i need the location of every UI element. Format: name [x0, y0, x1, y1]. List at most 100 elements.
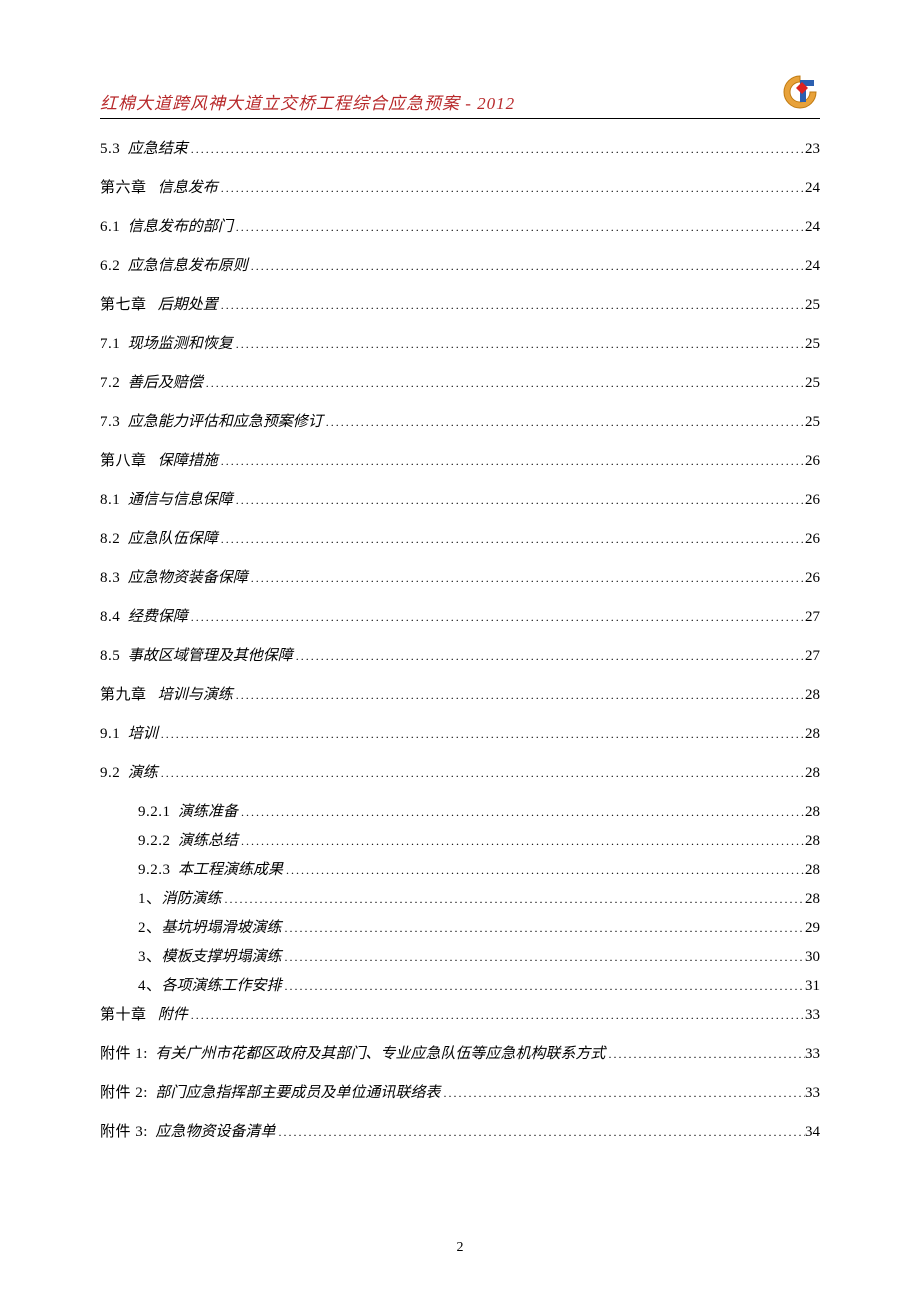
toc-number: 8.4: [100, 609, 120, 625]
toc-page: 28: [805, 833, 820, 850]
toc-number: 附件 1:: [100, 1046, 148, 1062]
toc-page: 28: [805, 804, 820, 821]
toc-title: 现场监测和恢复: [128, 336, 233, 352]
toc-number: 9.2.2: [138, 833, 171, 849]
toc-leader: [233, 492, 805, 509]
toc-leader: [218, 297, 805, 314]
toc-entry: 第六章 信息发布 24: [100, 176, 820, 197]
toc-leader: [275, 1124, 805, 1141]
toc-label: 4、各项演练工作安排: [138, 974, 282, 995]
toc-entry: 8.3 应急物资装备保障26: [100, 566, 820, 587]
toc-entry: 4、各项演练工作安排31: [138, 974, 820, 995]
toc-page: 28: [805, 726, 820, 743]
toc-number: 第六章: [100, 180, 147, 196]
toc-number: 附件 2:: [100, 1085, 148, 1101]
toc-number: 2、: [138, 920, 162, 936]
toc-leader: [282, 949, 805, 966]
toc-title: 事故区域管理及其他保障: [128, 648, 293, 664]
toc-entry: 1、消防演练28: [138, 887, 820, 908]
toc-number: 附件 3:: [100, 1124, 148, 1140]
toc-leader: [238, 804, 805, 821]
toc-page: 26: [805, 531, 820, 548]
toc-number: 9.1: [100, 726, 120, 742]
toc-entry: 7.3 应急能力评估和应急预案修订25: [100, 410, 820, 431]
toc-number: 9.2.1: [138, 804, 171, 820]
toc-leader: [218, 453, 805, 470]
toc-entry: 第十章 附件33: [100, 1003, 820, 1024]
toc-entry: 9.2 演练 28: [100, 761, 820, 782]
toc-title: 各项演练工作安排: [162, 978, 282, 994]
toc-number: 第七章: [100, 297, 147, 313]
toc-label: 附件 3: 应急物资设备清单: [100, 1120, 275, 1141]
toc-label: 8.2 应急队伍保障: [100, 527, 218, 548]
toc-leader: [218, 531, 805, 548]
toc-number: 第十章: [100, 1007, 147, 1023]
toc-leader: [233, 687, 805, 704]
toc-page: 23: [805, 141, 820, 158]
toc-page: 28: [805, 765, 820, 782]
toc-title: 演练总结: [178, 833, 238, 849]
toc-leader: [440, 1085, 805, 1102]
toc-number: 8.1: [100, 492, 120, 508]
toc-page: 33: [805, 1046, 820, 1063]
toc-number: 7.3: [100, 414, 120, 430]
toc-leader: [248, 258, 805, 275]
toc-number: 8.2: [100, 531, 120, 547]
toc-title: 基坑坍塌滑坡演练: [162, 920, 282, 936]
toc-entry: 第七章 后期处置 25: [100, 293, 820, 314]
toc-leader: [282, 920, 805, 937]
toc-entry: 8.2 应急队伍保障 26: [100, 527, 820, 548]
toc-title: 应急物资装备保障: [128, 570, 248, 586]
toc-leader: [293, 648, 805, 665]
toc-label: 第七章 后期处置: [100, 293, 218, 314]
toc-label: 第六章 信息发布: [100, 176, 218, 197]
toc-label: 9.1 培训: [100, 722, 158, 743]
toc-entry: 9.1 培训 28: [100, 722, 820, 743]
toc-entry: 2、基坑坍塌滑坡演练 29: [138, 916, 820, 937]
toc-entry: 附件 1: 有关广州市花都区政府及其部门、专业应急队伍等应急机构联系方式 33: [100, 1042, 820, 1063]
toc-entry: 8.5 事故区域管理及其他保障27: [100, 644, 820, 665]
toc-title: 应急结束: [128, 141, 188, 157]
toc-title: 部门应急指挥部主要成员及单位通讯联络表: [155, 1085, 440, 1101]
toc-entry: 6.2 应急信息发布原则 24: [100, 254, 820, 275]
toc-page: 29: [805, 920, 820, 937]
toc-page: 28: [805, 891, 820, 908]
toc-page: 24: [805, 180, 820, 197]
toc-title: 善后及赔偿: [128, 375, 203, 391]
toc-page: 27: [805, 648, 820, 665]
toc-leader: [233, 219, 805, 236]
toc-leader: [188, 1007, 805, 1024]
toc-title: 演练: [128, 765, 158, 781]
toc-label: 9.2.2 演练总结: [138, 829, 238, 850]
toc-entry: 第九章 培训与演练28: [100, 683, 820, 704]
toc-leader: [283, 862, 805, 879]
toc-title: 附件: [158, 1007, 188, 1023]
toc-title: 后期处置: [158, 297, 218, 313]
toc-page: 25: [805, 297, 820, 314]
toc-label: 9.2.3 本工程演练成果: [138, 858, 283, 879]
toc-label: 第八章 保障措施: [100, 449, 218, 470]
toc-page: 25: [805, 375, 820, 392]
toc-title: 信息发布: [158, 180, 218, 196]
toc-leader: [248, 570, 805, 587]
toc-number: 3、: [138, 949, 162, 965]
toc-number: 9.2.3: [138, 862, 171, 878]
toc-title: 经费保障: [128, 609, 188, 625]
toc-leader: [188, 609, 805, 626]
toc-page: 30: [805, 949, 820, 966]
toc-label: 附件 1: 有关广州市花都区政府及其部门、专业应急队伍等应急机构联系方式: [100, 1042, 605, 1063]
toc-page: 24: [805, 258, 820, 275]
toc-leader: [238, 833, 805, 850]
toc-page: 25: [805, 336, 820, 353]
toc-title: 模板支撑坍塌演练: [162, 949, 282, 965]
toc-title: 应急信息发布原则: [128, 258, 248, 274]
toc-entry: 7.2 善后及赔偿25: [100, 371, 820, 392]
toc-title: 有关广州市花都区政府及其部门、专业应急队伍等应急机构联系方式: [155, 1046, 605, 1062]
toc-number: 9.2: [100, 765, 120, 781]
toc-label: 6.2 应急信息发布原则: [100, 254, 248, 275]
toc-page: 26: [805, 453, 820, 470]
toc-title: 消防演练: [162, 891, 222, 907]
toc-entry: 5.3 应急结束23: [100, 137, 820, 158]
toc-label: 3、模板支撑坍塌演练: [138, 945, 282, 966]
toc-page: 34: [805, 1124, 820, 1141]
